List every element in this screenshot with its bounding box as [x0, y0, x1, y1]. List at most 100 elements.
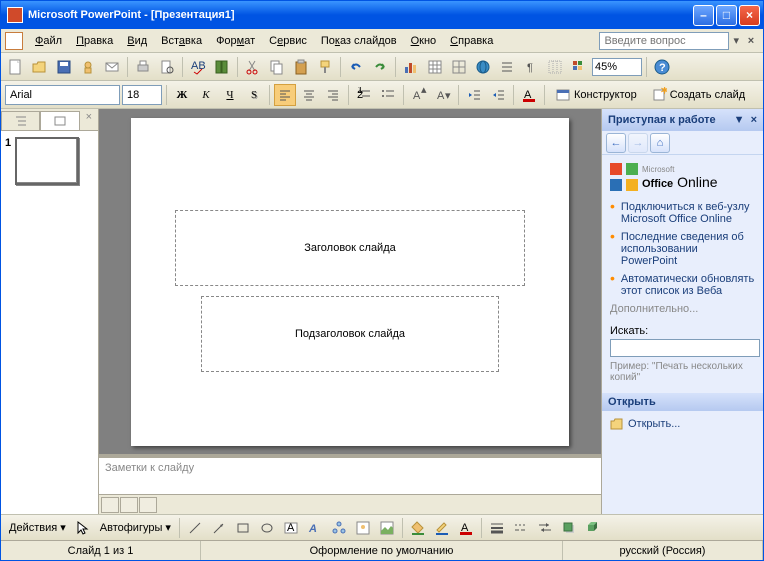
thumb-preview[interactable] — [15, 137, 79, 185]
paste-button[interactable] — [290, 56, 312, 78]
clipart-button[interactable] — [352, 517, 374, 539]
decrease-indent-button[interactable] — [463, 84, 485, 106]
undo-button[interactable] — [345, 56, 367, 78]
open-file-link[interactable]: Открыть... — [610, 417, 755, 431]
font-color-draw-button[interactable]: A — [455, 517, 477, 539]
new-button[interactable] — [5, 56, 27, 78]
insert-table-button[interactable] — [424, 56, 446, 78]
cut-button[interactable] — [242, 56, 264, 78]
shadow-button[interactable]: S — [243, 84, 265, 106]
align-left-button[interactable] — [274, 84, 296, 106]
taskpane-dropdown-icon[interactable]: ▼ — [734, 114, 745, 126]
maximize-button[interactable]: □ — [716, 5, 737, 26]
status-language[interactable]: русский (Россия) — [563, 541, 763, 560]
taskpane-header[interactable]: Приступая к работе ▼ × — [602, 109, 763, 131]
sorter-view-button[interactable] — [120, 497, 138, 513]
pane-close-button[interactable]: × — [80, 109, 98, 130]
line-style-button[interactable] — [486, 517, 508, 539]
print-button[interactable] — [132, 56, 154, 78]
help-button[interactable]: ? — [651, 56, 673, 78]
color-grayscale-button[interactable] — [568, 56, 590, 78]
textbox-button[interactable]: A — [280, 517, 302, 539]
underline-button[interactable]: Ч — [219, 84, 241, 106]
expand-all-button[interactable] — [496, 56, 518, 78]
align-center-button[interactable] — [298, 84, 320, 106]
spelling-button[interactable]: ABC — [187, 56, 209, 78]
slide-editor[interactable]: Заголовок слайда Подзаголовок слайда — [99, 109, 601, 454]
normal-view-button[interactable] — [101, 497, 119, 513]
diagram-button[interactable] — [328, 517, 350, 539]
taskpane-link[interactable]: Автоматически обновлять этот список из В… — [610, 273, 755, 297]
fill-color-button[interactable] — [407, 517, 429, 539]
taskpane-more-link[interactable]: Дополнительно... — [610, 303, 755, 315]
font-name-combo[interactable] — [5, 85, 120, 105]
insert-chart-button[interactable] — [400, 56, 422, 78]
font-color-button[interactable]: A — [518, 84, 540, 106]
minimize-button[interactable]: – — [693, 5, 714, 26]
help-search-input[interactable] — [599, 32, 729, 50]
taskpane-link[interactable]: Последние сведения об использовании Powe… — [610, 231, 755, 267]
tables-borders-button[interactable] — [448, 56, 470, 78]
line-color-button[interactable] — [431, 517, 453, 539]
new-slide-button[interactable]: ✶Создать слайд — [645, 84, 751, 106]
taskpane-link[interactable]: Подключиться к веб-узлу Microsoft Office… — [610, 201, 755, 225]
subtitle-placeholder[interactable]: Подзаголовок слайда — [201, 296, 499, 372]
shadow-style-button[interactable] — [558, 517, 580, 539]
line-button[interactable] — [184, 517, 206, 539]
menu-format[interactable]: Формат — [210, 33, 261, 49]
decrease-font-button[interactable]: A▾ — [432, 84, 454, 106]
open-button[interactable] — [29, 56, 51, 78]
taskpane-back-button[interactable]: ← — [606, 133, 626, 153]
copy-button[interactable] — [266, 56, 288, 78]
taskpane-home-button[interactable]: ⌂ — [650, 133, 670, 153]
select-objects-button[interactable] — [72, 517, 94, 539]
slide-thumbnail[interactable]: 1 — [5, 137, 94, 185]
taskpane-close-button[interactable]: × — [751, 114, 757, 126]
menu-dropdown-icon[interactable]: ▾ — [733, 34, 739, 47]
wordart-button[interactable]: A — [304, 517, 326, 539]
email-button[interactable] — [101, 56, 123, 78]
zoom-combo[interactable] — [592, 58, 642, 76]
numbering-button[interactable]: 12 — [353, 84, 375, 106]
bold-button[interactable]: Ж — [171, 84, 193, 106]
research-button[interactable] — [211, 56, 233, 78]
menu-service[interactable]: Сервис — [263, 33, 313, 49]
oval-button[interactable] — [256, 517, 278, 539]
save-button[interactable] — [53, 56, 75, 78]
print-preview-button[interactable] — [156, 56, 178, 78]
bullets-button[interactable] — [377, 84, 399, 106]
autoshapes-menu[interactable]: Автофигуры ▾ — [96, 521, 175, 534]
close-button[interactable]: × — [739, 5, 760, 26]
menu-window[interactable]: Окно — [405, 33, 443, 49]
permission-button[interactable] — [77, 56, 99, 78]
menu-view[interactable]: Вид — [121, 33, 153, 49]
draw-actions-menu[interactable]: Действия ▾ — [5, 521, 70, 534]
menu-insert[interactable]: Вставка — [155, 33, 208, 49]
insert-hyperlink-button[interactable] — [472, 56, 494, 78]
menu-file[interactable]: Файл — [29, 33, 68, 49]
increase-font-button[interactable]: A▴ — [408, 84, 430, 106]
menu-slideshow[interactable]: Показ слайдов — [315, 33, 403, 49]
show-formatting-button[interactable]: ¶ — [520, 56, 542, 78]
menu-edit[interactable]: Правка — [70, 33, 119, 49]
dash-style-button[interactable] — [510, 517, 532, 539]
italic-button[interactable]: К — [195, 84, 217, 106]
3d-style-button[interactable] — [582, 517, 604, 539]
format-painter-button[interactable] — [314, 56, 336, 78]
slides-tab[interactable] — [40, 111, 79, 130]
arrow-button[interactable] — [208, 517, 230, 539]
title-placeholder[interactable]: Заголовок слайда — [175, 210, 525, 286]
slide-design-button[interactable]: Конструктор — [549, 84, 643, 106]
slide-canvas[interactable]: Заголовок слайда Подзаголовок слайда — [131, 118, 569, 446]
font-size-combo[interactable] — [122, 85, 162, 105]
redo-button[interactable] — [369, 56, 391, 78]
outline-tab[interactable] — [1, 111, 40, 130]
insert-picture-button[interactable] — [376, 517, 398, 539]
arrow-style-button[interactable] — [534, 517, 556, 539]
taskpane-search-input[interactable] — [610, 339, 760, 357]
rectangle-button[interactable] — [232, 517, 254, 539]
menu-help[interactable]: Справка — [444, 33, 499, 49]
document-icon[interactable] — [5, 32, 23, 50]
taskpane-forward-button[interactable]: → — [628, 133, 648, 153]
align-right-button[interactable] — [322, 84, 344, 106]
